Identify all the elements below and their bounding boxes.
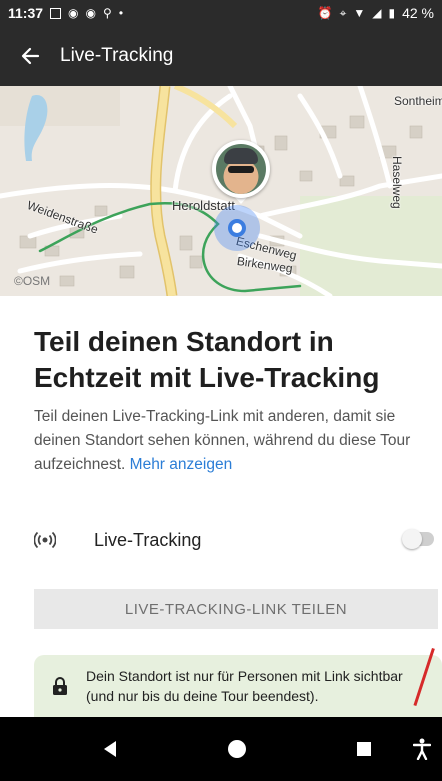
privacy-info-text: Dein Standort ist nur für Personen mit L… bbox=[86, 668, 403, 704]
status-time: 11:37 bbox=[8, 5, 44, 21]
nav-accessibility-button[interactable] bbox=[402, 717, 442, 781]
map-label-haselweg: Haselweg bbox=[390, 156, 404, 209]
app-bar: Live-Tracking bbox=[0, 26, 442, 86]
dot-icon: • bbox=[118, 6, 124, 20]
status-bar: 11:37 ◉ ◉ ⚲ • ⏰ ⌖ ▼ ◢ ▮ 42 % bbox=[0, 0, 442, 26]
avatar-photo bbox=[216, 144, 266, 194]
recents-square-icon bbox=[357, 742, 371, 756]
map-attribution[interactable]: ©OSM bbox=[14, 274, 50, 288]
wifi-icon: ▼ bbox=[353, 6, 366, 20]
nav-recents-button[interactable] bbox=[334, 717, 394, 781]
arrow-left-icon bbox=[21, 47, 40, 65]
back-button[interactable] bbox=[0, 26, 60, 86]
nav-home-button[interactable] bbox=[207, 717, 267, 781]
more-link[interactable]: Mehr anzeigen bbox=[130, 456, 233, 473]
map-canvas bbox=[0, 86, 442, 296]
helmet-shape bbox=[224, 148, 258, 164]
broadcast-icon bbox=[34, 529, 56, 551]
b-app-icon bbox=[50, 7, 62, 19]
page-title: Live-Tracking bbox=[60, 45, 174, 66]
current-location-icon bbox=[228, 219, 246, 237]
user-avatar-marker[interactable] bbox=[212, 140, 270, 198]
privacy-info-box: Dein Standort ist nur für Personen mit L… bbox=[34, 655, 442, 717]
switch-knob bbox=[402, 529, 422, 549]
toggle-label: Live-Tracking bbox=[94, 529, 202, 550]
headline: Teil deinen Standort in Echtzeit mit Liv… bbox=[34, 326, 380, 393]
bike-icon: ⚲ bbox=[103, 6, 112, 20]
back-triangle-icon bbox=[104, 741, 116, 757]
status-bar-right: ⏰ ⌖ ▼ ◢ ▮ 42 % bbox=[318, 5, 434, 21]
location-icon: ⌖ bbox=[339, 6, 347, 20]
home-circle-icon bbox=[228, 740, 246, 758]
opera-icon: ◉ bbox=[85, 6, 97, 20]
live-tracking-toggle-row[interactable]: Live-Tracking bbox=[34, 525, 434, 555]
battery-percent: 42 % bbox=[402, 5, 434, 21]
signal-icon: ◢ bbox=[372, 6, 382, 20]
map-view[interactable]: Heroldstatt Sontheim Haselweg Weidenstra… bbox=[0, 86, 442, 296]
alarm-icon: ⏰ bbox=[317, 6, 333, 20]
description: Teil deinen Live-Tracking-Link mit ander… bbox=[34, 405, 434, 477]
lock-icon bbox=[34, 655, 86, 717]
battery-icon: ▮ bbox=[388, 6, 396, 20]
opera-icon: ◉ bbox=[68, 6, 79, 20]
nav-back-button[interactable] bbox=[80, 717, 140, 781]
live-tracking-switch[interactable] bbox=[402, 529, 434, 549]
map-label-sontheim: Sontheim bbox=[394, 94, 442, 108]
glasses-shape bbox=[228, 166, 254, 173]
share-link-button[interactable]: LIVE-TRACKING-LINK TEILEN bbox=[34, 589, 438, 629]
status-bar-left: 11:37 ◉ ◉ ⚲ • bbox=[8, 5, 123, 21]
accessibility-icon bbox=[413, 738, 431, 760]
system-nav-bar bbox=[0, 717, 442, 781]
